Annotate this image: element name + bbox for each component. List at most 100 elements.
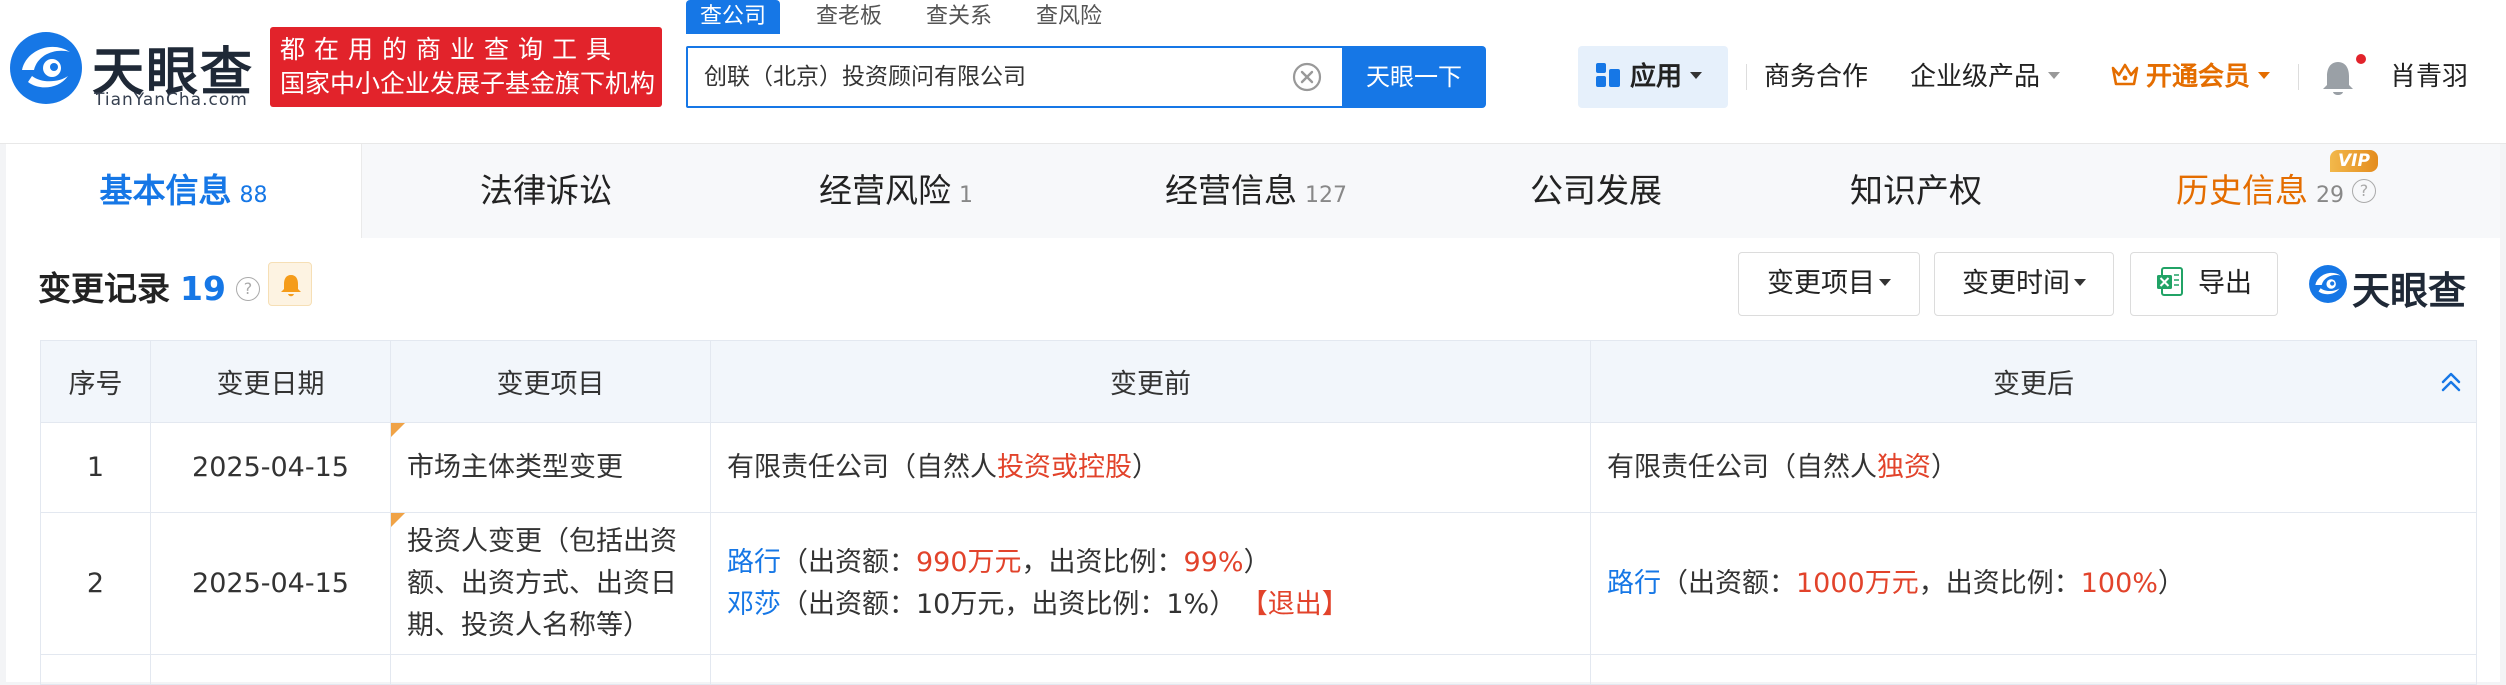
cell-item: [390, 654, 711, 685]
investor-line: 路行（出资额：990万元，出资比例：99%）: [727, 542, 1574, 584]
amount: 1000万元: [1796, 567, 1919, 599]
cell-after: 路行（出资额：1000万元，出资比例：100%）: [1590, 512, 2477, 655]
text: 有限责任公司（自然人: [1607, 451, 1877, 483]
tab-label: 基本信息: [99, 171, 232, 210]
tab-count: 29: [2316, 183, 2344, 208]
search-tab-boss[interactable]: 查老板: [816, 0, 882, 34]
text: ）: [1931, 451, 1958, 483]
tianyancha-logo-icon: [2309, 265, 2347, 303]
text: ，出资比例：: [1918, 567, 2081, 599]
cell-date: [150, 654, 391, 685]
tab-company-development[interactable]: 公司发展: [1446, 144, 1746, 238]
tab-label: 经营风险: [819, 171, 951, 210]
ratio: 99%: [1183, 546, 1244, 578]
tab-operation-risk[interactable]: 经营风险 1: [736, 144, 1056, 238]
record-count: 19: [180, 269, 226, 308]
text: 有限责任公司（自然人: [727, 451, 997, 483]
chevron-down-icon: [2258, 72, 2271, 79]
table-header-row: 序号 变更日期 变更项目 变更前 变更后: [40, 340, 2477, 423]
cell-no: 2: [40, 512, 151, 655]
tab-intellectual-property[interactable]: 知识产权: [1766, 144, 2066, 238]
search-input-value: 创联（北京）投资顾问有限公司: [704, 64, 1026, 90]
table-row: 2 2025-04-15 投资人变更（包括出资额、出资方式、出资日期、投资人名称…: [40, 512, 2477, 655]
text: （出资额：10万元，出资比例：1%）: [781, 588, 1237, 620]
notification-bell-icon[interactable]: [2320, 58, 2356, 98]
nav-apps[interactable]: 应用: [1578, 46, 1728, 108]
filter-change-item-dropdown[interactable]: 变更项目: [1738, 252, 1920, 316]
amount: 990万元: [916, 546, 1022, 578]
table-row: 1 2025-04-15 市场主体类型变更 有限责任公司（自然人投资或控股） 有…: [40, 422, 2477, 513]
col-header-after-label: 变更后: [1993, 369, 2074, 400]
cell-after: 有限责任公司（自然人独资）: [1590, 422, 2477, 513]
excel-icon: [2157, 266, 2183, 296]
tab-history-info[interactable]: 历史信息 29?: [2096, 144, 2456, 238]
brand-watermark: 天眼查: [2308, 260, 2488, 313]
tab-count: 127: [1305, 183, 1347, 208]
search-tab-company[interactable]: 查公司: [686, 0, 781, 34]
subscribe-button[interactable]: [268, 262, 312, 306]
help-icon[interactable]: ?: [2352, 178, 2376, 203]
tab-count: 88: [239, 183, 268, 208]
site-logo[interactable]: 天眼查 TianYanCha.com: [8, 30, 258, 112]
user-name[interactable]: 肖青羽: [2390, 46, 2468, 108]
slogan-line-1: 都在用的商业查询工具: [280, 35, 621, 64]
slogan-banner: 都在用的商业查询工具 国家中小企业发展子基金旗下机构: [270, 27, 662, 107]
search-tab-risk[interactable]: 查风险: [1036, 0, 1102, 34]
table-row: [40, 654, 2477, 685]
col-header-no: 序号: [40, 340, 151, 423]
cell-item: 投资人变更（包括出资额、出资方式、出资日期、投资人名称等）: [390, 512, 711, 655]
cell-no: [40, 654, 151, 685]
investor-link[interactable]: 邓莎: [727, 589, 781, 620]
cell-before: 路行（出资额：990万元，出资比例：99%） 邓莎（出资额：10万元，出资比例：…: [710, 512, 1591, 655]
col-header-after: 变更后: [1590, 340, 2477, 423]
ratio: 100%: [2080, 567, 2158, 599]
tab-label: 知识产权: [1850, 171, 1982, 210]
investor-link[interactable]: 路行: [1607, 568, 1661, 599]
help-icon[interactable]: ?: [235, 276, 260, 301]
cell-before: [710, 654, 1591, 685]
filter-change-time-dropdown[interactable]: 变更时间: [1934, 252, 2114, 316]
apps-icon: [1596, 62, 1620, 87]
investor-link[interactable]: 路行: [727, 547, 781, 578]
clear-icon[interactable]: [1292, 62, 1322, 92]
chevron-down-icon: [1879, 279, 1891, 286]
cell-before: 有限责任公司（自然人投资或控股）: [710, 422, 1591, 513]
text: （出资额：: [781, 546, 916, 578]
text: ）: [2157, 567, 2185, 599]
export-button[interactable]: 导出: [2130, 252, 2278, 316]
tab-basic-info[interactable]: 基本信息 88: [6, 144, 362, 238]
search-input[interactable]: 创联（北京）投资顾问有限公司: [686, 46, 1344, 108]
top-header: 天眼查 TianYanCha.com 都在用的商业查询工具 国家中小企业发展子基…: [0, 0, 2506, 144]
nav-business[interactable]: 商务合作: [1764, 46, 1868, 108]
tab-operation-info[interactable]: 经营信息 127: [1086, 144, 1426, 238]
col-header-before: 变更前: [710, 340, 1591, 423]
tab-count: 1: [959, 183, 973, 208]
cell-after: [1590, 654, 2477, 685]
change-records-table: 序号 变更日期 变更项目 变更前 变更后 1 2025-04-15 市场主体类型…: [40, 340, 2477, 685]
search-button[interactable]: 天眼一下: [1342, 46, 1486, 108]
search-tab-relation[interactable]: 查关系: [926, 0, 992, 34]
brand-text: 天眼查: [2352, 269, 2467, 313]
dropdown-label: 变更项目: [1767, 268, 1875, 299]
export-label: 导出: [2198, 268, 2252, 299]
nav-enterprise[interactable]: 企业级产品: [1910, 46, 2061, 108]
cell-date: 2025-04-15: [150, 512, 391, 655]
nav-divider: [1746, 64, 1747, 90]
nav-apps-label: 应用: [1630, 62, 1683, 92]
nav-vip[interactable]: 开通会员: [2110, 46, 2271, 108]
chevron-down-icon: [1690, 72, 1703, 79]
logo-text-en: TianYanCha.com: [94, 90, 248, 110]
tab-legal[interactable]: 法律诉讼: [386, 144, 706, 238]
change-records-panel: 变更记录 19? 变更项目 变更时间 导出 天眼查 序号 变更日期 变更项目 变…: [6, 238, 2500, 685]
nav-divider: [2298, 64, 2299, 90]
text: ）: [1243, 546, 1271, 578]
col-header-item: 变更项目: [390, 340, 711, 423]
dropdown-label: 变更时间: [1962, 268, 2070, 299]
text: ）: [1132, 451, 1159, 483]
chevron-down-icon: [2048, 72, 2061, 79]
bell-icon: [281, 275, 301, 297]
collapse-up-icon[interactable]: [2438, 369, 2464, 395]
cell-no: 1: [40, 422, 151, 513]
tab-label: 历史信息: [2176, 171, 2308, 210]
tianyancha-logo-icon: [10, 32, 82, 104]
